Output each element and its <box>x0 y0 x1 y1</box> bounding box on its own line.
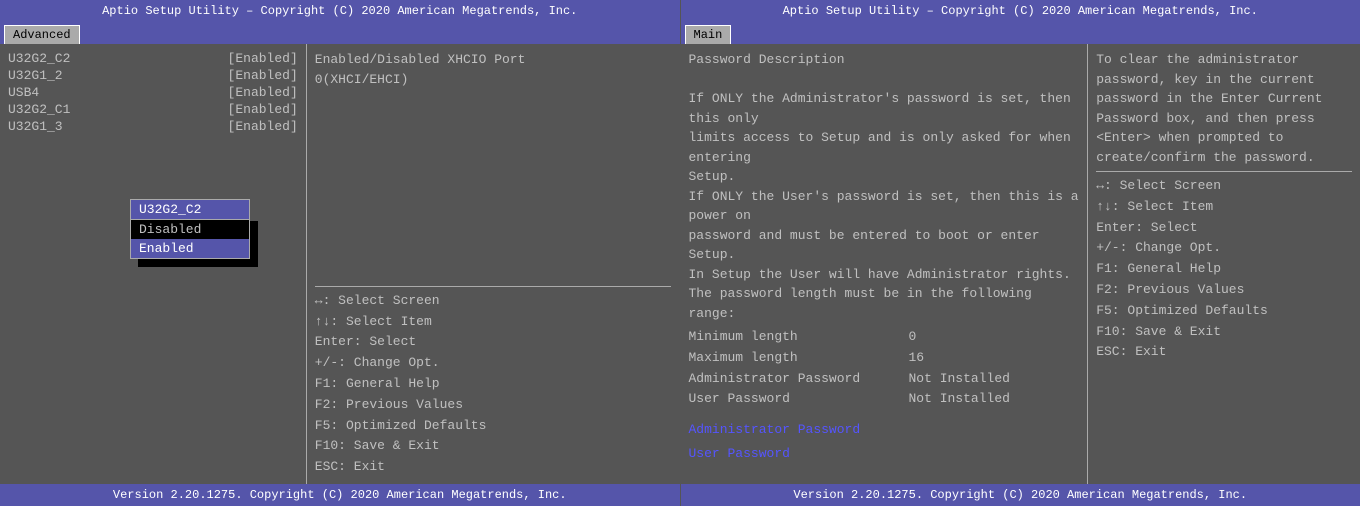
right-content-area: Password Description If ONLY the Adminis… <box>681 44 1360 484</box>
right-bottom-bar: Version 2.20.1275. Copyright (C) 2020 Am… <box>681 484 1360 506</box>
right-top-bar: Aptio Setup Utility – Copyright (C) 2020… <box>681 0 1360 22</box>
right-bios-panel: Aptio Setup Utility – Copyright (C) 2020… <box>680 0 1360 506</box>
password-left-pane: Password Description If ONLY the Adminis… <box>681 44 1089 484</box>
max-length-row: Maximum length 16 <box>689 348 1080 369</box>
menu-item-u32g2c2[interactable]: U32G2_C2 [Enabled] <box>8 50 298 67</box>
tab-main[interactable]: Main <box>685 25 732 44</box>
menu-item-u32g1-3[interactable]: U32G1_3 [Enabled] <box>8 118 298 135</box>
left-bottom-bar: Version 2.20.1275. Copyright (C) 2020 Am… <box>0 484 680 506</box>
left-tab-row: Advanced <box>0 22 680 44</box>
left-help-text: Enabled/Disabled XHCIO Port0(XHCI/EHCI) <box>315 50 672 282</box>
dropdown-u32g2c2: U32G2_C2 Disabled Enabled <box>130 199 250 259</box>
password-info-table: Minimum length 0 Maximum length 16 Admin… <box>689 327 1080 410</box>
left-content-area: U32G2_C2 [Enabled] U32G1_2 [Enabled] USB… <box>0 44 680 484</box>
menu-item-usb4[interactable]: USB4 [Enabled] <box>8 84 298 101</box>
menu-item-u32g2c1[interactable]: U32G2_C1 [Enabled] <box>8 101 298 118</box>
dropdown-body: Disabled Enabled <box>130 219 250 259</box>
left-bios-panel: Aptio Setup Utility – Copyright (C) 2020… <box>0 0 680 506</box>
admin-password-row: Administrator Password Not Installed <box>689 369 1080 390</box>
tab-advanced[interactable]: Advanced <box>4 25 80 44</box>
user-password-link[interactable]: User Password <box>689 442 1080 465</box>
menu-item-u32g1-2[interactable]: U32G1_2 [Enabled] <box>8 67 298 84</box>
dropdown-title: U32G2_C2 <box>130 199 250 219</box>
admin-password-link[interactable]: Administrator Password <box>689 418 1080 441</box>
password-right-pane: To clear the administrator password, key… <box>1088 44 1360 484</box>
password-description: Password Description If ONLY the Adminis… <box>689 50 1080 323</box>
user-password-row: User Password Not Installed <box>689 389 1080 410</box>
left-key-help: ↔: Select Screen ↑↓: Select Item Enter: … <box>315 291 672 478</box>
dropdown-option-enabled[interactable]: Enabled <box>131 239 249 258</box>
right-help-text: To clear the administrator password, key… <box>1096 50 1352 167</box>
left-top-bar: Aptio Setup Utility – Copyright (C) 2020… <box>0 0 680 22</box>
right-divider <box>1096 171 1352 172</box>
left-menu-pane: U32G2_C2 [Enabled] U32G1_2 [Enabled] USB… <box>0 44 306 484</box>
left-divider <box>315 286 672 287</box>
min-length-row: Minimum length 0 <box>689 327 1080 348</box>
left-help-pane: Enabled/Disabled XHCIO Port0(XHCI/EHCI) … <box>306 44 680 484</box>
right-tab-row: Main <box>681 22 1360 44</box>
dropdown-option-disabled[interactable]: Disabled <box>131 220 249 239</box>
right-key-help: ↔: Select Screen ↑↓: Select Item Enter: … <box>1096 176 1352 363</box>
